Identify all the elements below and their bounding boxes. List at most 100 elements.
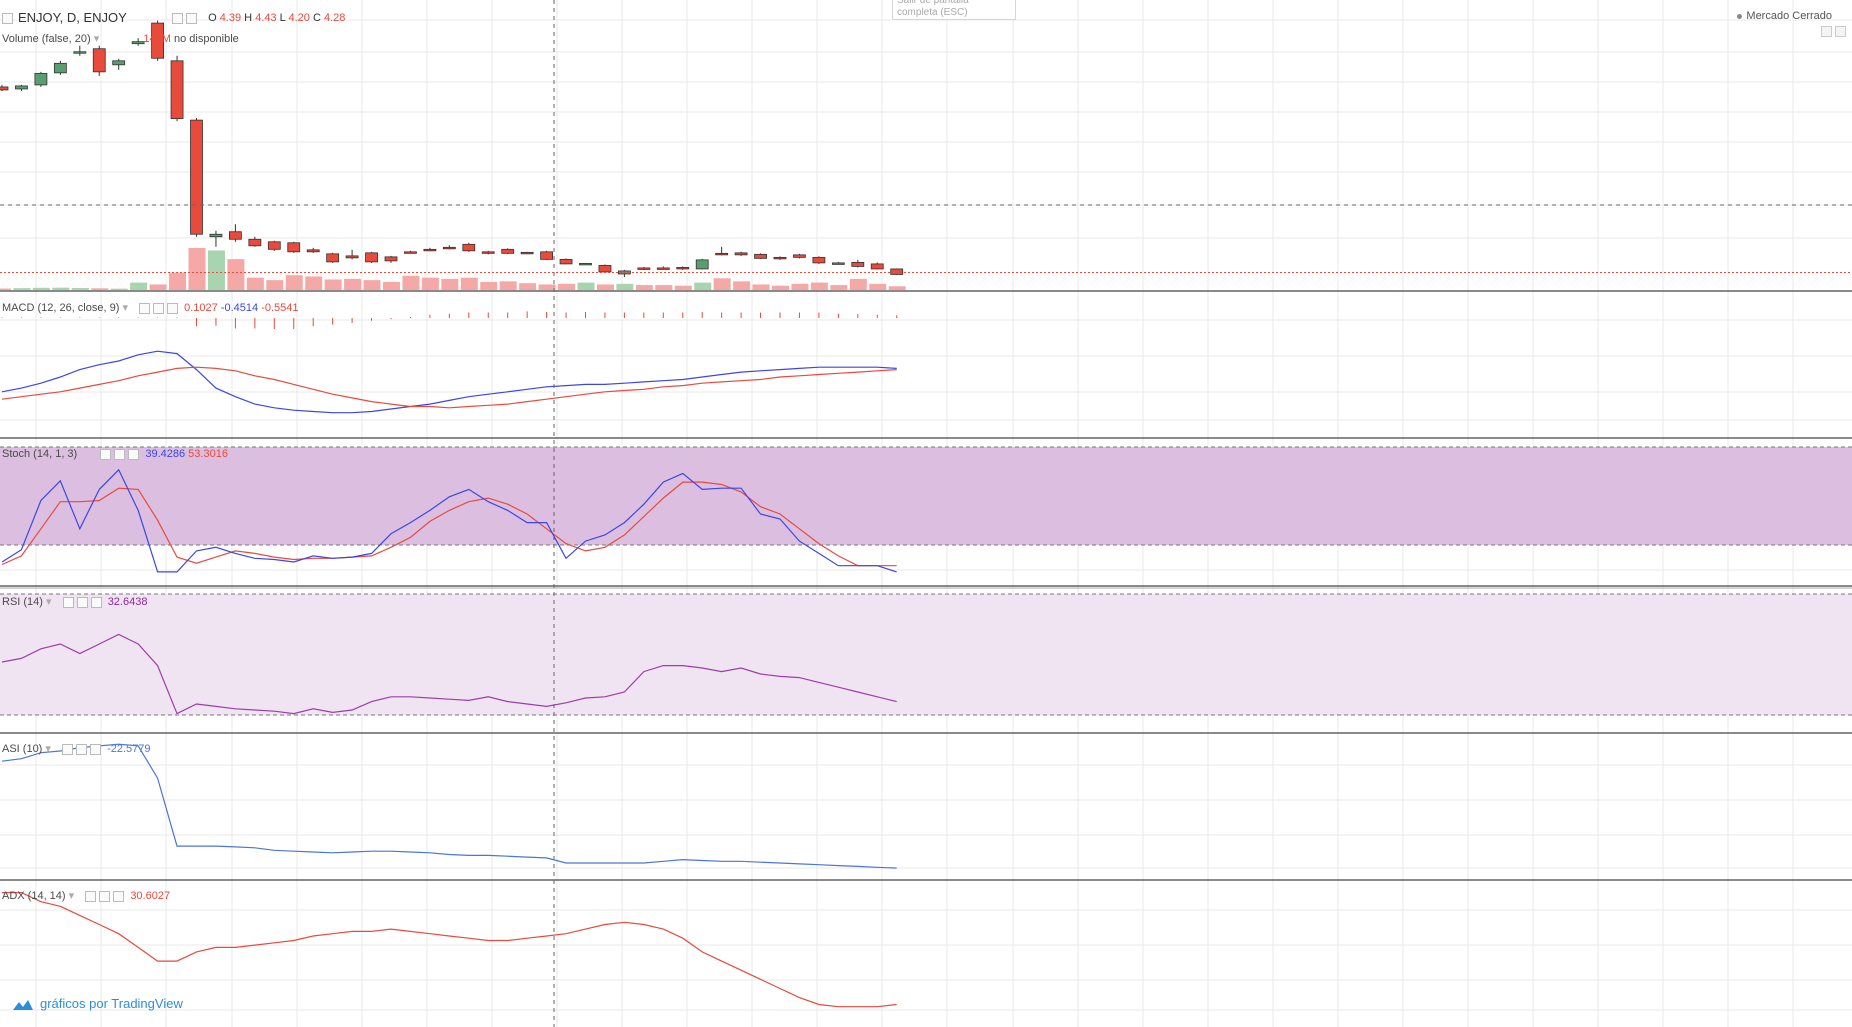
- scale-toggle-icon[interactable]: [1821, 26, 1832, 37]
- candle-body: [53, 62, 67, 74]
- volume-bar: [207, 250, 225, 290]
- close-icon[interactable]: [90, 596, 102, 608]
- volume-bar: [849, 278, 867, 290]
- tradingview-logo-icon: [13, 999, 33, 1010]
- candle-body: [404, 251, 417, 254]
- volume-bar: [596, 284, 614, 290]
- chevron-down-icon[interactable]: ▾: [122, 302, 128, 314]
- volume-bar: [577, 282, 595, 290]
- candle-body: [15, 85, 28, 90]
- collapse-icon[interactable]: [2, 13, 13, 25]
- candle-body: [870, 263, 884, 270]
- volume-bar: [0, 288, 11, 290]
- candle-body: [559, 258, 573, 265]
- close-icon[interactable]: [128, 448, 140, 460]
- volume-bar: [538, 284, 556, 290]
- chevron-down-icon[interactable]: ▾: [46, 596, 52, 608]
- settings-icon[interactable]: [100, 448, 112, 460]
- settings-icon[interactable]: [62, 743, 74, 755]
- volume-bar: [169, 272, 187, 290]
- candle-body: [501, 248, 515, 254]
- candle-body: [306, 249, 320, 253]
- settings-icon[interactable]: [62, 596, 74, 608]
- adx-label: ADX (14, 14): [2, 890, 66, 902]
- volume-bar: [441, 278, 459, 290]
- volume-bar: [810, 282, 828, 290]
- volume-bar: [733, 281, 751, 290]
- candle-body: [462, 243, 476, 252]
- stoch-k-value: 39.4286: [145, 448, 186, 460]
- candle-body: [73, 51, 87, 54]
- chevron-down-icon[interactable]: ▾: [45, 743, 51, 755]
- high-value: 4.43: [255, 12, 277, 24]
- volume-bar: [32, 287, 50, 290]
- chevron-down-icon[interactable]: ▾: [69, 890, 75, 902]
- asi-label: ASI (10): [2, 743, 43, 755]
- scale-settings-icon[interactable]: [1835, 26, 1846, 37]
- volume-bar: [285, 275, 303, 290]
- stoch-band: [0, 447, 1852, 545]
- open-value: 4.39: [219, 12, 242, 24]
- candle-body: [851, 261, 865, 267]
- volume-bar: [519, 283, 537, 290]
- volume-bar: [480, 281, 498, 290]
- volume-bar: [266, 280, 284, 290]
- volume-bar: [71, 288, 89, 290]
- candle-body: [0, 86, 9, 91]
- candle-body: [267, 241, 281, 250]
- chevron-down-icon[interactable]: ▾: [94, 33, 100, 45]
- market-status: Mercado Cerrado: [1737, 10, 1832, 22]
- eye-icon[interactable]: [99, 890, 111, 902]
- macd-signal-line: [1, 366, 897, 409]
- eye-icon[interactable]: [76, 743, 88, 755]
- candle-body: [170, 60, 184, 120]
- candle-body: [812, 256, 826, 264]
- eye-icon[interactable]: [153, 302, 165, 314]
- candle-body: [190, 119, 203, 235]
- volume-bar: [305, 276, 323, 290]
- volume-bar: [772, 285, 789, 290]
- candle-body: [656, 267, 670, 270]
- close-icon[interactable]: [113, 890, 125, 902]
- volume-bar: [830, 285, 848, 290]
- volume-bar: [674, 285, 692, 290]
- symbol-title-row: ENJOY, D, ENJOY: [2, 10, 127, 25]
- brand-text: gráficos por TradingView: [40, 996, 183, 1011]
- volume-bar: [869, 283, 887, 290]
- candle-body: [831, 262, 845, 265]
- chart-canvas: [0, 0, 1852, 1027]
- close-icon[interactable]: [167, 302, 179, 314]
- candle-body: [384, 256, 398, 262]
- market-status-text: Mercado Cerrado: [1746, 10, 1832, 22]
- stoch-label: Stoch (14, 1, 3): [2, 448, 78, 460]
- volume-bar: [888, 286, 906, 290]
- rsi-band: [0, 594, 1852, 715]
- settings-icon[interactable]: [172, 12, 183, 24]
- candle-body: [754, 253, 767, 259]
- eye-icon[interactable]: [186, 12, 197, 24]
- candle-body: [112, 60, 126, 66]
- candle-body: [598, 265, 612, 273]
- adx-legend: ADX (14, 14) ▾ 30.6027: [2, 889, 170, 902]
- low-label: L: [279, 12, 286, 24]
- tradingview-brand-link[interactable]: gráficos por TradingView: [12, 996, 183, 1012]
- candle-body: [442, 246, 456, 250]
- volume-value: 145M: [143, 33, 171, 45]
- settings-icon[interactable]: [85, 890, 97, 902]
- volume-bar: [324, 279, 342, 290]
- volume-bar: [635, 285, 653, 290]
- close-icon[interactable]: [90, 743, 102, 755]
- volume-bar: [616, 283, 634, 290]
- eye-icon[interactable]: [76, 596, 88, 608]
- candle-body: [715, 252, 729, 256]
- volume-label: Volume (false, 20): [2, 33, 91, 45]
- candle-body: [637, 267, 651, 270]
- candle-body: [540, 251, 553, 260]
- eye-icon[interactable]: [114, 448, 126, 460]
- macd-line: [1, 350, 897, 414]
- settings-icon[interactable]: [139, 302, 151, 314]
- macd-line-value: -0.4514: [220, 302, 259, 314]
- candle-body: [287, 242, 301, 253]
- volume-bar: [752, 284, 770, 290]
- candle-body: [423, 248, 437, 252]
